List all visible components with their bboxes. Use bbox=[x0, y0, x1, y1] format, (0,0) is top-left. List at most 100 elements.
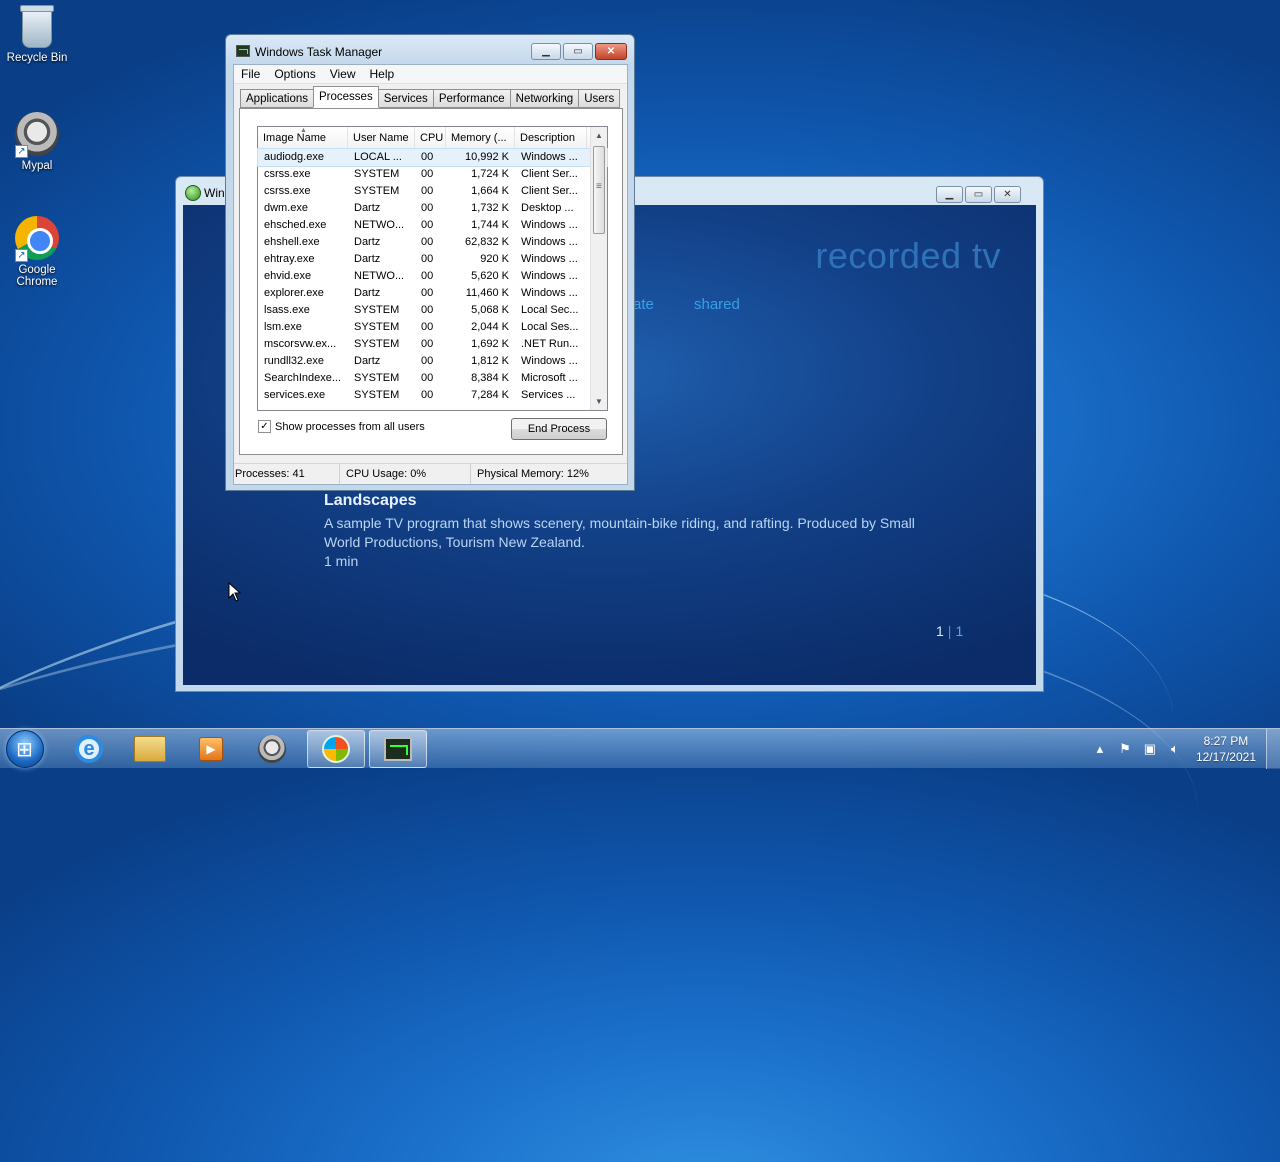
table-row[interactable]: rundll32.exe Dartz 00 1,812 K Windows ... bbox=[258, 353, 607, 370]
column-description[interactable]: Description bbox=[515, 127, 587, 148]
table-row[interactable]: explorer.exe Dartz 00 11,460 K Windows ... bbox=[258, 285, 607, 302]
cell-memory: 1,732 K bbox=[471, 202, 509, 214]
taskbar-internet-explorer[interactable]: e bbox=[60, 730, 118, 768]
cell-image-name: ehsched.exe bbox=[264, 219, 327, 231]
tab-applications[interactable]: Applications bbox=[240, 89, 315, 108]
menu-help[interactable]: Help bbox=[363, 65, 402, 83]
column-memory[interactable]: Memory (... bbox=[446, 127, 515, 148]
status-processes: Processes: 41 bbox=[234, 464, 340, 484]
table-row[interactable]: mscorsvw.ex... SYSTEM 00 1,692 K .NET Run... bbox=[258, 336, 607, 353]
recycle-bin-icon bbox=[20, 5, 54, 48]
maximize-icon[interactable]: ▭ bbox=[965, 186, 992, 203]
column-user-name[interactable]: User Name bbox=[348, 127, 415, 148]
scroll-up-icon[interactable]: ▲ bbox=[591, 127, 607, 144]
scrollbar-thumb[interactable] bbox=[593, 146, 605, 234]
nav-item-shared[interactable]: shared bbox=[694, 296, 740, 313]
action-center-flag-icon[interactable]: ⚑ bbox=[1115, 741, 1135, 757]
checkmark-icon[interactable]: ✓ bbox=[258, 420, 271, 433]
status-physical-memory: Physical Memory: 12% bbox=[477, 468, 589, 480]
media-player-icon: ▶ bbox=[199, 737, 223, 761]
cell-memory: 5,068 K bbox=[471, 304, 509, 316]
tab-networking[interactable]: Networking bbox=[509, 89, 580, 108]
program-duration: 1 min bbox=[324, 553, 359, 569]
maximize-icon[interactable]: ▭ bbox=[563, 43, 593, 60]
cell-description: Windows ... bbox=[521, 355, 578, 367]
taskbar-windows-explorer[interactable] bbox=[121, 730, 179, 768]
page-title: recorded tv bbox=[815, 235, 1001, 276]
taskbar-mypal[interactable] bbox=[243, 730, 301, 768]
taskbar-media-player[interactable]: ▶ bbox=[182, 730, 240, 768]
windows-media-center-icon bbox=[322, 735, 350, 763]
desktop-icon-recycle-bin[interactable]: Recycle Bin bbox=[1, 5, 73, 64]
cell-description: Windows ... bbox=[521, 287, 578, 299]
nav-item[interactable]: ate bbox=[633, 296, 654, 313]
cell-cpu: 00 bbox=[421, 304, 434, 316]
close-icon[interactable]: ✕ bbox=[595, 43, 627, 60]
cell-cpu: 00 bbox=[421, 355, 434, 367]
table-row[interactable]: dwm.exe Dartz 00 1,732 K Desktop ... bbox=[258, 200, 607, 217]
menu-options[interactable]: Options bbox=[267, 65, 322, 83]
cell-image-name: csrss.exe bbox=[264, 185, 311, 197]
column-image-name[interactable]: ▲ Image Name bbox=[258, 127, 348, 148]
page-separator: | bbox=[947, 623, 952, 639]
cell-cpu: 00 bbox=[421, 185, 434, 197]
cell-cpu: 00 bbox=[421, 321, 434, 333]
desktop-icon-mypal[interactable]: ↗ Mypal bbox=[1, 112, 73, 172]
table-row[interactable]: SearchIndexe... SYSTEM 00 8,384 K Microsoft … bbox=[258, 370, 607, 387]
cell-description: Client Ser... bbox=[521, 185, 578, 197]
cell-cpu: 00 bbox=[421, 338, 434, 350]
cell-memory: 1,812 K bbox=[471, 355, 509, 367]
desktop-icon-google-chrome[interactable]: ↗ Google Chrome bbox=[1, 216, 73, 288]
column-cpu[interactable]: CPU bbox=[415, 127, 446, 148]
table-row[interactable]: services.exe SYSTEM 00 7,284 K Services ... bbox=[258, 387, 607, 404]
cell-description: Windows ... bbox=[521, 219, 578, 231]
cell-description: Windows ... bbox=[521, 151, 578, 163]
cell-user-name: Dartz bbox=[354, 355, 381, 367]
desktop-icon-label: Google Chrome bbox=[16, 264, 58, 288]
process-list[interactable]: ▲ Image Name User Name CPU Memory (... De… bbox=[257, 126, 608, 411]
menu-file[interactable]: File bbox=[234, 65, 267, 83]
scroll-down-icon[interactable]: ▼ bbox=[591, 393, 607, 410]
minimize-icon[interactable]: ▁ bbox=[936, 186, 963, 203]
taskbar-task-manager[interactable] bbox=[369, 730, 427, 768]
tab-performance[interactable]: Performance bbox=[432, 89, 511, 108]
cell-user-name: SYSTEM bbox=[354, 338, 400, 350]
show-desktop-button[interactable] bbox=[1266, 729, 1280, 769]
show-all-processes-checkbox[interactable]: ✓ Show processes from all users bbox=[258, 420, 425, 433]
close-icon[interactable]: ✕ bbox=[994, 186, 1021, 203]
cell-cpu: 00 bbox=[421, 287, 434, 299]
vertical-scrollbar[interactable]: ▲ ▼ bbox=[590, 127, 607, 410]
task-manager-window[interactable]: Windows Task Manager ▁ ▭ ✕ File Options … bbox=[225, 34, 635, 491]
window-title: Windows Task Manager bbox=[255, 45, 383, 59]
show-hidden-icons-icon[interactable]: ▴ bbox=[1090, 741, 1110, 757]
network-icon[interactable]: ▣ bbox=[1140, 741, 1160, 757]
menu-view[interactable]: View bbox=[323, 65, 363, 83]
taskbar-windows-media-center[interactable] bbox=[307, 730, 365, 768]
cell-user-name: SYSTEM bbox=[354, 389, 400, 401]
clock[interactable]: 8:27 PM 12/17/2021 bbox=[1196, 733, 1256, 765]
table-row[interactable]: csrss.exe SYSTEM 00 1,664 K Client Ser... bbox=[258, 183, 607, 200]
table-row[interactable]: ehsched.exe NETWO... 00 1,744 K Windows ... bbox=[258, 217, 607, 234]
folder-icon bbox=[134, 736, 166, 762]
table-row[interactable]: ehshell.exe Dartz 00 62,832 K Windows ... bbox=[258, 234, 607, 251]
cell-description: Microsoft ... bbox=[521, 372, 578, 384]
table-row[interactable]: csrss.exe SYSTEM 00 1,724 K Client Ser... bbox=[258, 166, 607, 183]
table-row[interactable]: ehtray.exe Dartz 00 920 K Windows ... bbox=[258, 251, 607, 268]
cell-memory: 1,692 K bbox=[471, 338, 509, 350]
table-row[interactable]: lsass.exe SYSTEM 00 5,068 K Local Sec... bbox=[258, 302, 607, 319]
program-description: A sample TV program that shows scenery, … bbox=[324, 515, 915, 550]
volume-icon[interactable]: 🔈︎ bbox=[1165, 741, 1185, 757]
cell-image-name: SearchIndexe... bbox=[264, 372, 342, 384]
table-row[interactable]: audiodg.exe LOCAL ... 00 10,992 K Windows ..… bbox=[257, 148, 608, 167]
tab-processes[interactable]: Processes bbox=[313, 86, 379, 108]
cell-description: Windows ... bbox=[521, 236, 578, 248]
internet-explorer-icon: e bbox=[75, 735, 103, 763]
table-row[interactable]: ehvid.exe NETWO... 00 5,620 K Windows ... bbox=[258, 268, 607, 285]
start-button[interactable] bbox=[6, 730, 44, 768]
tab-services[interactable]: Services bbox=[377, 89, 434, 108]
minimize-icon[interactable]: ▁ bbox=[531, 43, 561, 60]
tab-users[interactable]: Users bbox=[578, 89, 621, 108]
end-process-button[interactable]: End Process bbox=[511, 418, 607, 440]
table-row[interactable]: lsm.exe SYSTEM 00 2,044 K Local Ses... bbox=[258, 319, 607, 336]
cell-user-name: SYSTEM bbox=[354, 321, 400, 333]
